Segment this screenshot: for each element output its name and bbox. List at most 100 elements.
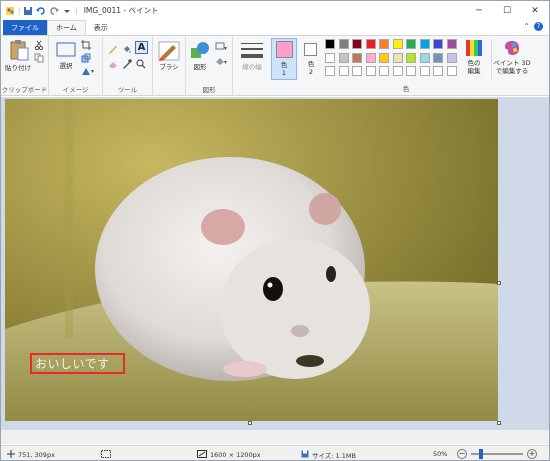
custom-color-slot[interactable] (352, 66, 362, 76)
custom-color-slot[interactable] (392, 66, 403, 76)
cursor-position: 751, 309px (7, 450, 55, 460)
color2-swatch (304, 43, 317, 56)
custom-color-slot[interactable] (325, 66, 335, 76)
custom-color-slot[interactable] (433, 66, 443, 76)
file-size-icon (301, 450, 309, 460)
save-icon[interactable] (23, 6, 33, 16)
zoom-out-button[interactable]: − (457, 449, 467, 459)
palette-swatch[interactable] (325, 52, 335, 63)
palette-swatch[interactable] (325, 39, 335, 49)
crop-icon[interactable] (81, 40, 91, 50)
palette-swatch[interactable] (379, 39, 389, 49)
palette-swatch[interactable] (365, 52, 376, 63)
canvas-text-box[interactable]: おいしいです (30, 353, 125, 374)
edit-colors-icon (466, 40, 482, 56)
palette-swatch[interactable] (365, 39, 376, 49)
custom-color-slot[interactable] (446, 66, 457, 76)
help-icon[interactable]: ? (534, 22, 543, 31)
horizontal-scrollbar[interactable] (1, 430, 549, 444)
color-palette (325, 39, 460, 83)
zoom-level: 50% (433, 450, 447, 458)
rotate-icon[interactable] (81, 66, 95, 76)
text-icon[interactable]: A (135, 41, 148, 54)
palette-swatch[interactable] (406, 39, 416, 49)
tools-group-label: ツール (117, 86, 138, 94)
paste-button[interactable]: 貼り付け (5, 39, 31, 75)
tools-group: A ツール (103, 36, 153, 96)
size-button[interactable]: 線の幅 (237, 39, 267, 79)
clipboard-group: 貼り付け クリップボード (1, 36, 49, 96)
custom-color-slot[interactable] (406, 66, 416, 76)
title-bar: | | IMG_0011 - ペイント ─ ☐ ✕ (1, 1, 549, 20)
tab-view[interactable]: 表示 (86, 20, 116, 35)
brush-icon (158, 41, 180, 61)
palette-swatch[interactable] (446, 39, 457, 49)
undo-icon[interactable] (36, 6, 46, 16)
fill-shape-icon[interactable] (215, 56, 227, 68)
palette-swatch[interactable] (433, 39, 443, 49)
palette-swatch[interactable] (392, 52, 403, 63)
collapse-ribbon-icon[interactable]: ⌃ (523, 22, 530, 31)
paint3d-label-2: で編集する (495, 67, 529, 75)
palette-swatch[interactable] (338, 39, 349, 49)
paint3d-button[interactable]: ペイント 3D で編集する (491, 39, 531, 81)
brushes-button[interactable]: ブラシ (154, 39, 184, 79)
shapes-group: 図形 図形 (185, 36, 233, 96)
customize-quick-access-icon[interactable] (62, 6, 72, 16)
palette-swatch[interactable] (446, 52, 457, 63)
close-button[interactable]: ✕ (521, 1, 549, 20)
zoom-text: 50% (433, 450, 448, 458)
zoom-slider-thumb[interactable] (479, 449, 483, 459)
image-group-label: イメージ (62, 86, 89, 94)
palette-swatch[interactable] (352, 52, 362, 63)
magnifier-icon[interactable] (136, 59, 146, 71)
zoom-in-button[interactable]: + (527, 449, 537, 459)
palette-swatch[interactable] (392, 39, 403, 49)
fill-icon[interactable] (122, 44, 132, 56)
custom-color-slot[interactable] (419, 66, 430, 76)
colors-group-label: 色 (402, 85, 410, 93)
palette-swatch[interactable] (338, 52, 349, 63)
color2-button[interactable]: 色 2 (299, 38, 323, 80)
palette-swatch[interactable] (406, 52, 416, 63)
resize-handle-bottom[interactable] (248, 421, 252, 425)
selection-icon (101, 450, 111, 460)
select-button[interactable]: 選択 (55, 40, 77, 74)
zoom-slider[interactable] (471, 449, 523, 459)
custom-color-slot[interactable] (338, 66, 349, 76)
resize-handle-right[interactable] (497, 281, 501, 285)
color1-label: 色 (280, 61, 288, 69)
custom-color-slot[interactable] (379, 66, 389, 76)
eraser-icon[interactable] (108, 59, 118, 71)
resize-handle-corner[interactable] (497, 421, 501, 425)
palette-swatch[interactable] (379, 52, 389, 63)
palette-swatch[interactable] (419, 39, 430, 49)
tab-file[interactable]: ファイル (3, 20, 47, 35)
resize-icon[interactable] (81, 53, 91, 63)
minimize-button[interactable]: ─ (465, 1, 493, 20)
cut-icon[interactable] (34, 40, 44, 51)
pencil-icon[interactable] (108, 44, 118, 56)
redo-icon[interactable] (49, 6, 60, 16)
outline-icon[interactable] (215, 42, 227, 54)
paste-label: 貼り付け (5, 64, 31, 72)
palette-swatch[interactable] (419, 52, 430, 63)
edit-colors-button[interactable]: 色の 編集 (461, 39, 487, 81)
file-size: サイズ: 1.1MB (301, 450, 356, 460)
palette-swatch[interactable] (352, 39, 362, 49)
custom-color-slot[interactable] (365, 66, 376, 76)
maximize-button[interactable]: ☐ (493, 1, 521, 20)
image-canvas[interactable]: おいしいです (5, 99, 498, 421)
shapes-button[interactable]: 図形 (188, 39, 212, 79)
image-group: 選択 イメージ (49, 36, 103, 96)
color-picker-icon[interactable] (122, 59, 132, 71)
select-rect-icon (56, 42, 76, 57)
window-title: IMG_0011 - ペイント (83, 6, 159, 15)
color2-label: 色 (307, 60, 315, 68)
copy-icon[interactable] (34, 53, 44, 63)
palette-swatch[interactable] (433, 52, 443, 63)
tab-home[interactable]: ホーム (47, 20, 86, 35)
color1-button[interactable]: 色 1 (271, 38, 297, 80)
image-size-icon (197, 450, 207, 460)
shapes-group-label: 図形 (202, 86, 216, 94)
